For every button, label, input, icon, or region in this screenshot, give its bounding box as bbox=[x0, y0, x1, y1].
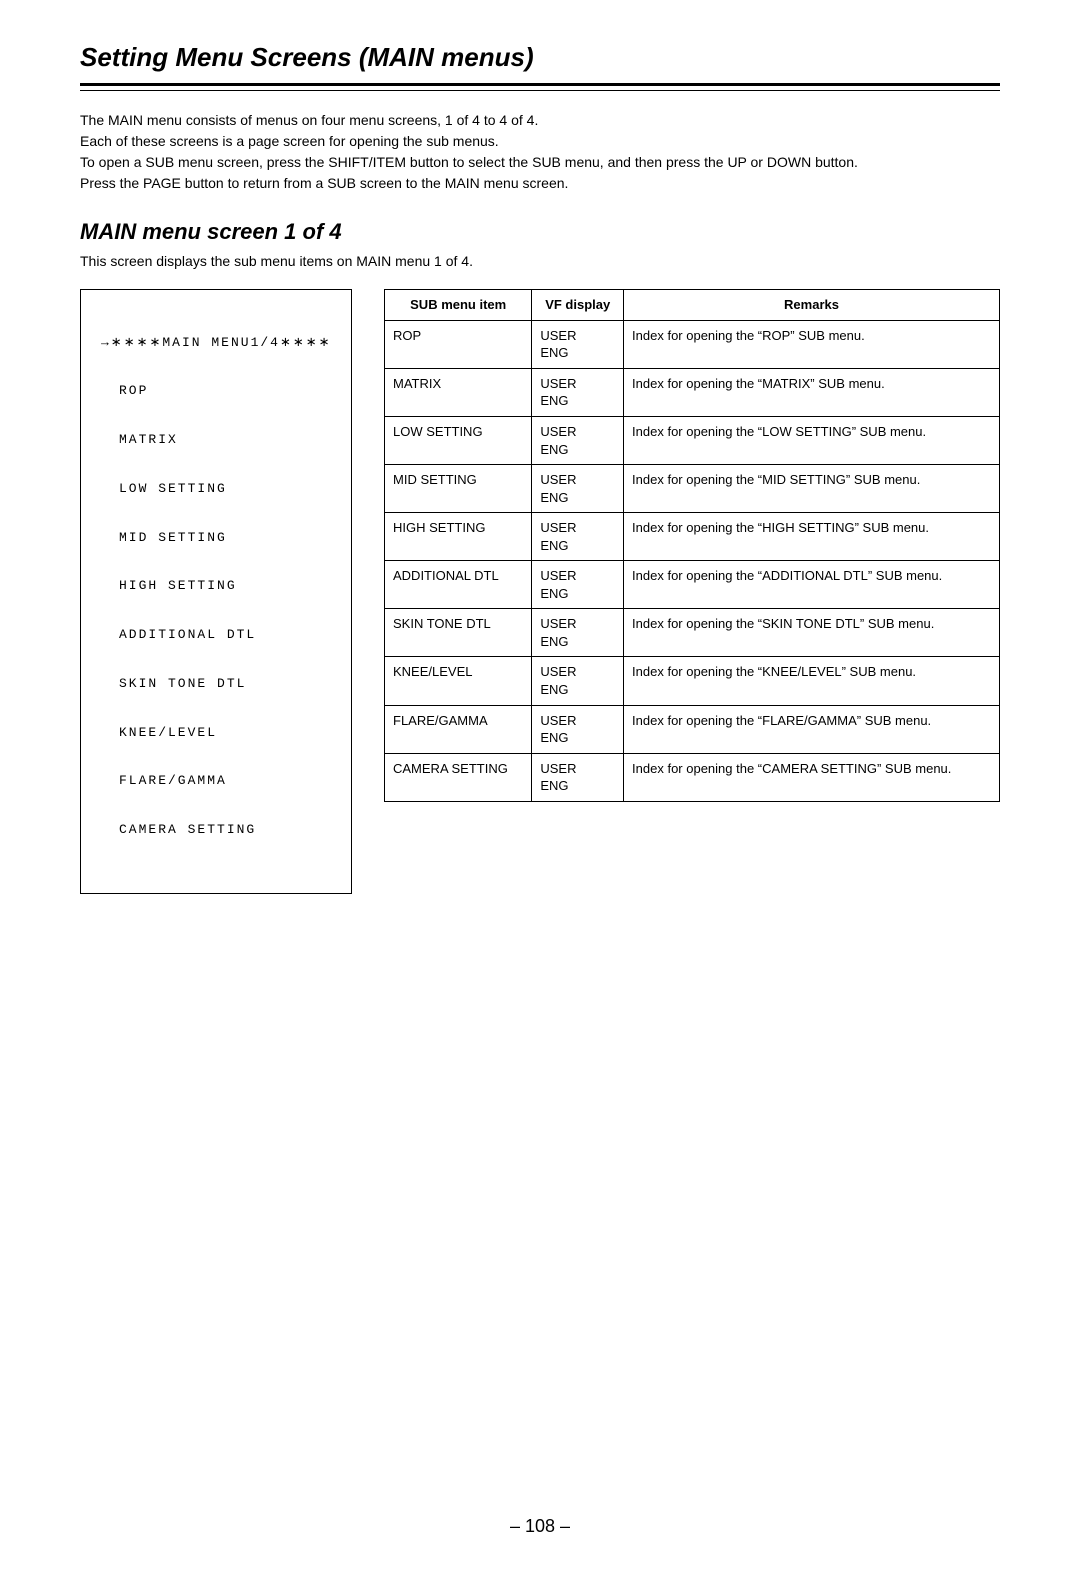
cell-remarks: Index for opening the “HIGH SETTING” SUB… bbox=[624, 513, 1000, 561]
cell-remarks: Index for opening the “FLARE/GAMMA” SUB … bbox=[624, 705, 1000, 753]
content-columns: →∗∗∗∗MAIN MENU1/4∗∗∗∗ ROP MATRIX LOW SET… bbox=[80, 289, 1000, 894]
cell-item: CAMERA SETTING bbox=[385, 753, 532, 801]
table-row: SKIN TONE DTLUSERENGIndex for opening th… bbox=[385, 609, 1000, 657]
cell-remarks: Index for opening the “MID SETTING” SUB … bbox=[624, 465, 1000, 513]
intro-line: To open a SUB menu screen, press the SHI… bbox=[80, 153, 1000, 172]
intro-line: Each of these screens is a page screen f… bbox=[80, 132, 1000, 151]
intro-line: The MAIN menu consists of menus on four … bbox=[80, 111, 1000, 130]
cell-remarks: Index for opening the “ROP” SUB menu. bbox=[624, 320, 1000, 368]
cell-remarks: Index for opening the “MATRIX” SUB menu. bbox=[624, 368, 1000, 416]
cell-remarks: Index for opening the “ADDITIONAL DTL” S… bbox=[624, 561, 1000, 609]
cell-item: HIGH SETTING bbox=[385, 513, 532, 561]
menu-box-item: FLARE/GAMMA bbox=[101, 773, 331, 789]
cell-item: LOW SETTING bbox=[385, 416, 532, 464]
section-caption: This screen displays the sub menu items … bbox=[80, 252, 1000, 271]
cell-item: ADDITIONAL DTL bbox=[385, 561, 532, 609]
col-header-item: SUB menu item bbox=[385, 290, 532, 321]
table-row: ADDITIONAL DTLUSERENGIndex for opening t… bbox=[385, 561, 1000, 609]
page-title: Setting Menu Screens (MAIN menus) bbox=[80, 40, 1000, 75]
table-row: HIGH SETTINGUSERENGIndex for opening the… bbox=[385, 513, 1000, 561]
table-row: ROPUSERENGIndex for opening the “ROP” SU… bbox=[385, 320, 1000, 368]
menu-box-item: ADDITIONAL DTL bbox=[101, 627, 331, 643]
cell-remarks: Index for opening the “KNEE/LEVEL” SUB m… bbox=[624, 657, 1000, 705]
table-row: CAMERA SETTINGUSERENGIndex for opening t… bbox=[385, 753, 1000, 801]
title-divider bbox=[80, 83, 1000, 91]
menu-box-header: →∗∗∗∗MAIN MENU1/4∗∗∗∗ bbox=[101, 335, 331, 351]
col-header-vf: VF display bbox=[532, 290, 624, 321]
menu-box-item: MATRIX bbox=[101, 432, 331, 448]
page-number: – 108 – bbox=[80, 1514, 1000, 1538]
cell-vf: USERENG bbox=[532, 513, 624, 561]
cell-vf: USERENG bbox=[532, 465, 624, 513]
cell-remarks: Index for opening the “CAMERA SETTING” S… bbox=[624, 753, 1000, 801]
cell-vf: USERENG bbox=[532, 561, 624, 609]
cell-remarks: Index for opening the “LOW SETTING” SUB … bbox=[624, 416, 1000, 464]
menu-box-item: HIGH SETTING bbox=[101, 578, 331, 594]
menu-box-item: LOW SETTING bbox=[101, 481, 331, 497]
menu-box-item: CAMERA SETTING bbox=[101, 822, 331, 838]
cell-remarks: Index for opening the “SKIN TONE DTL” SU… bbox=[624, 609, 1000, 657]
menu-box: →∗∗∗∗MAIN MENU1/4∗∗∗∗ ROP MATRIX LOW SET… bbox=[80, 289, 352, 894]
table-row: MID SETTINGUSERENGIndex for opening the … bbox=[385, 465, 1000, 513]
cell-item: MATRIX bbox=[385, 368, 532, 416]
cell-item: FLARE/GAMMA bbox=[385, 705, 532, 753]
menu-box-item: KNEE/LEVEL bbox=[101, 725, 331, 741]
section-heading: MAIN menu screen 1 of 4 bbox=[80, 217, 1000, 247]
cell-vf: USERENG bbox=[532, 657, 624, 705]
intro-line: Press the PAGE button to return from a S… bbox=[80, 174, 1000, 193]
table-row: MATRIXUSERENGIndex for opening the “MATR… bbox=[385, 368, 1000, 416]
menu-box-item: ROP bbox=[101, 383, 331, 399]
cell-vf: USERENG bbox=[532, 416, 624, 464]
cell-vf: USERENG bbox=[532, 753, 624, 801]
cell-vf: USERENG bbox=[532, 705, 624, 753]
table-row: LOW SETTINGUSERENGIndex for opening the … bbox=[385, 416, 1000, 464]
menu-box-item: MID SETTING bbox=[101, 530, 331, 546]
col-header-remarks: Remarks bbox=[624, 290, 1000, 321]
spec-table: SUB menu item VF display Remarks ROPUSER… bbox=[384, 289, 1000, 801]
cell-vf: USERENG bbox=[532, 320, 624, 368]
cell-item: MID SETTING bbox=[385, 465, 532, 513]
cell-item: SKIN TONE DTL bbox=[385, 609, 532, 657]
menu-box-item: SKIN TONE DTL bbox=[101, 676, 331, 692]
cell-vf: USERENG bbox=[532, 609, 624, 657]
table-row: KNEE/LEVELUSERENGIndex for opening the “… bbox=[385, 657, 1000, 705]
intro-block: The MAIN menu consists of menus on four … bbox=[80, 111, 1000, 193]
cell-item: ROP bbox=[385, 320, 532, 368]
cell-item: KNEE/LEVEL bbox=[385, 657, 532, 705]
cell-vf: USERENG bbox=[532, 368, 624, 416]
table-row: FLARE/GAMMAUSERENGIndex for opening the … bbox=[385, 705, 1000, 753]
table-header-row: SUB menu item VF display Remarks bbox=[385, 290, 1000, 321]
